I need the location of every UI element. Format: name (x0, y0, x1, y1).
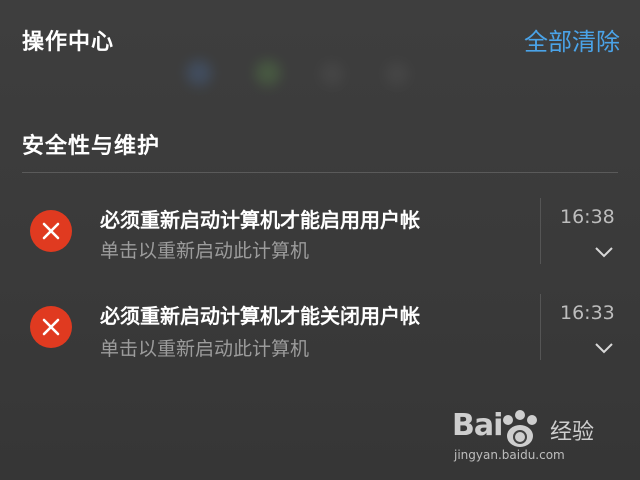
background-blur (255, 60, 281, 86)
background-blur (385, 62, 409, 86)
notification-body: 单击以重新启动此计算机 (100, 240, 310, 262)
notification-item[interactable]: 必须重新启动计算机才能启用用户帐 单击以重新启动此计算机 16:38 (0, 190, 640, 280)
error-icon (30, 210, 72, 252)
watermark-url: jingyan.baidu.com (454, 448, 565, 462)
watermark: Bai 经验 jingyan.baidu.com (452, 408, 612, 466)
error-icon (30, 306, 72, 348)
notification-body: 单击以重新启动此计算机 (100, 338, 310, 360)
notification-item[interactable]: 必须重新启动计算机才能关闭用户帐 单击以重新启动此计算机 16:33 (0, 288, 640, 378)
notification-time: 16:33 (560, 302, 615, 324)
background-blur (186, 60, 212, 86)
divider (540, 198, 541, 264)
clear-all-button[interactable]: 全部清除 (524, 22, 620, 57)
chevron-down-icon[interactable] (594, 340, 614, 354)
action-center-panel: 操作中心 全部清除 安全性与维护 必须重新启动计算机才能启用用户帐 单击以重新启… (0, 0, 640, 480)
page-title: 操作中心 (22, 30, 115, 55)
notification-title: 必须重新启动计算机才能关闭用户帐 (100, 304, 420, 328)
notification-title: 必须重新启动计算机才能启用用户帐 (100, 208, 420, 232)
divider (22, 172, 618, 173)
action-center-header: 操作中心 全部清除 (22, 22, 620, 58)
watermark-logo-text: Bai (452, 408, 503, 443)
watermark-suffix: 经验 (550, 420, 595, 445)
chevron-down-icon[interactable] (594, 244, 614, 258)
divider (540, 294, 541, 360)
background-blur (320, 62, 344, 86)
notification-group-title: 安全性与维护 (22, 134, 161, 159)
notification-time: 16:38 (560, 206, 615, 228)
